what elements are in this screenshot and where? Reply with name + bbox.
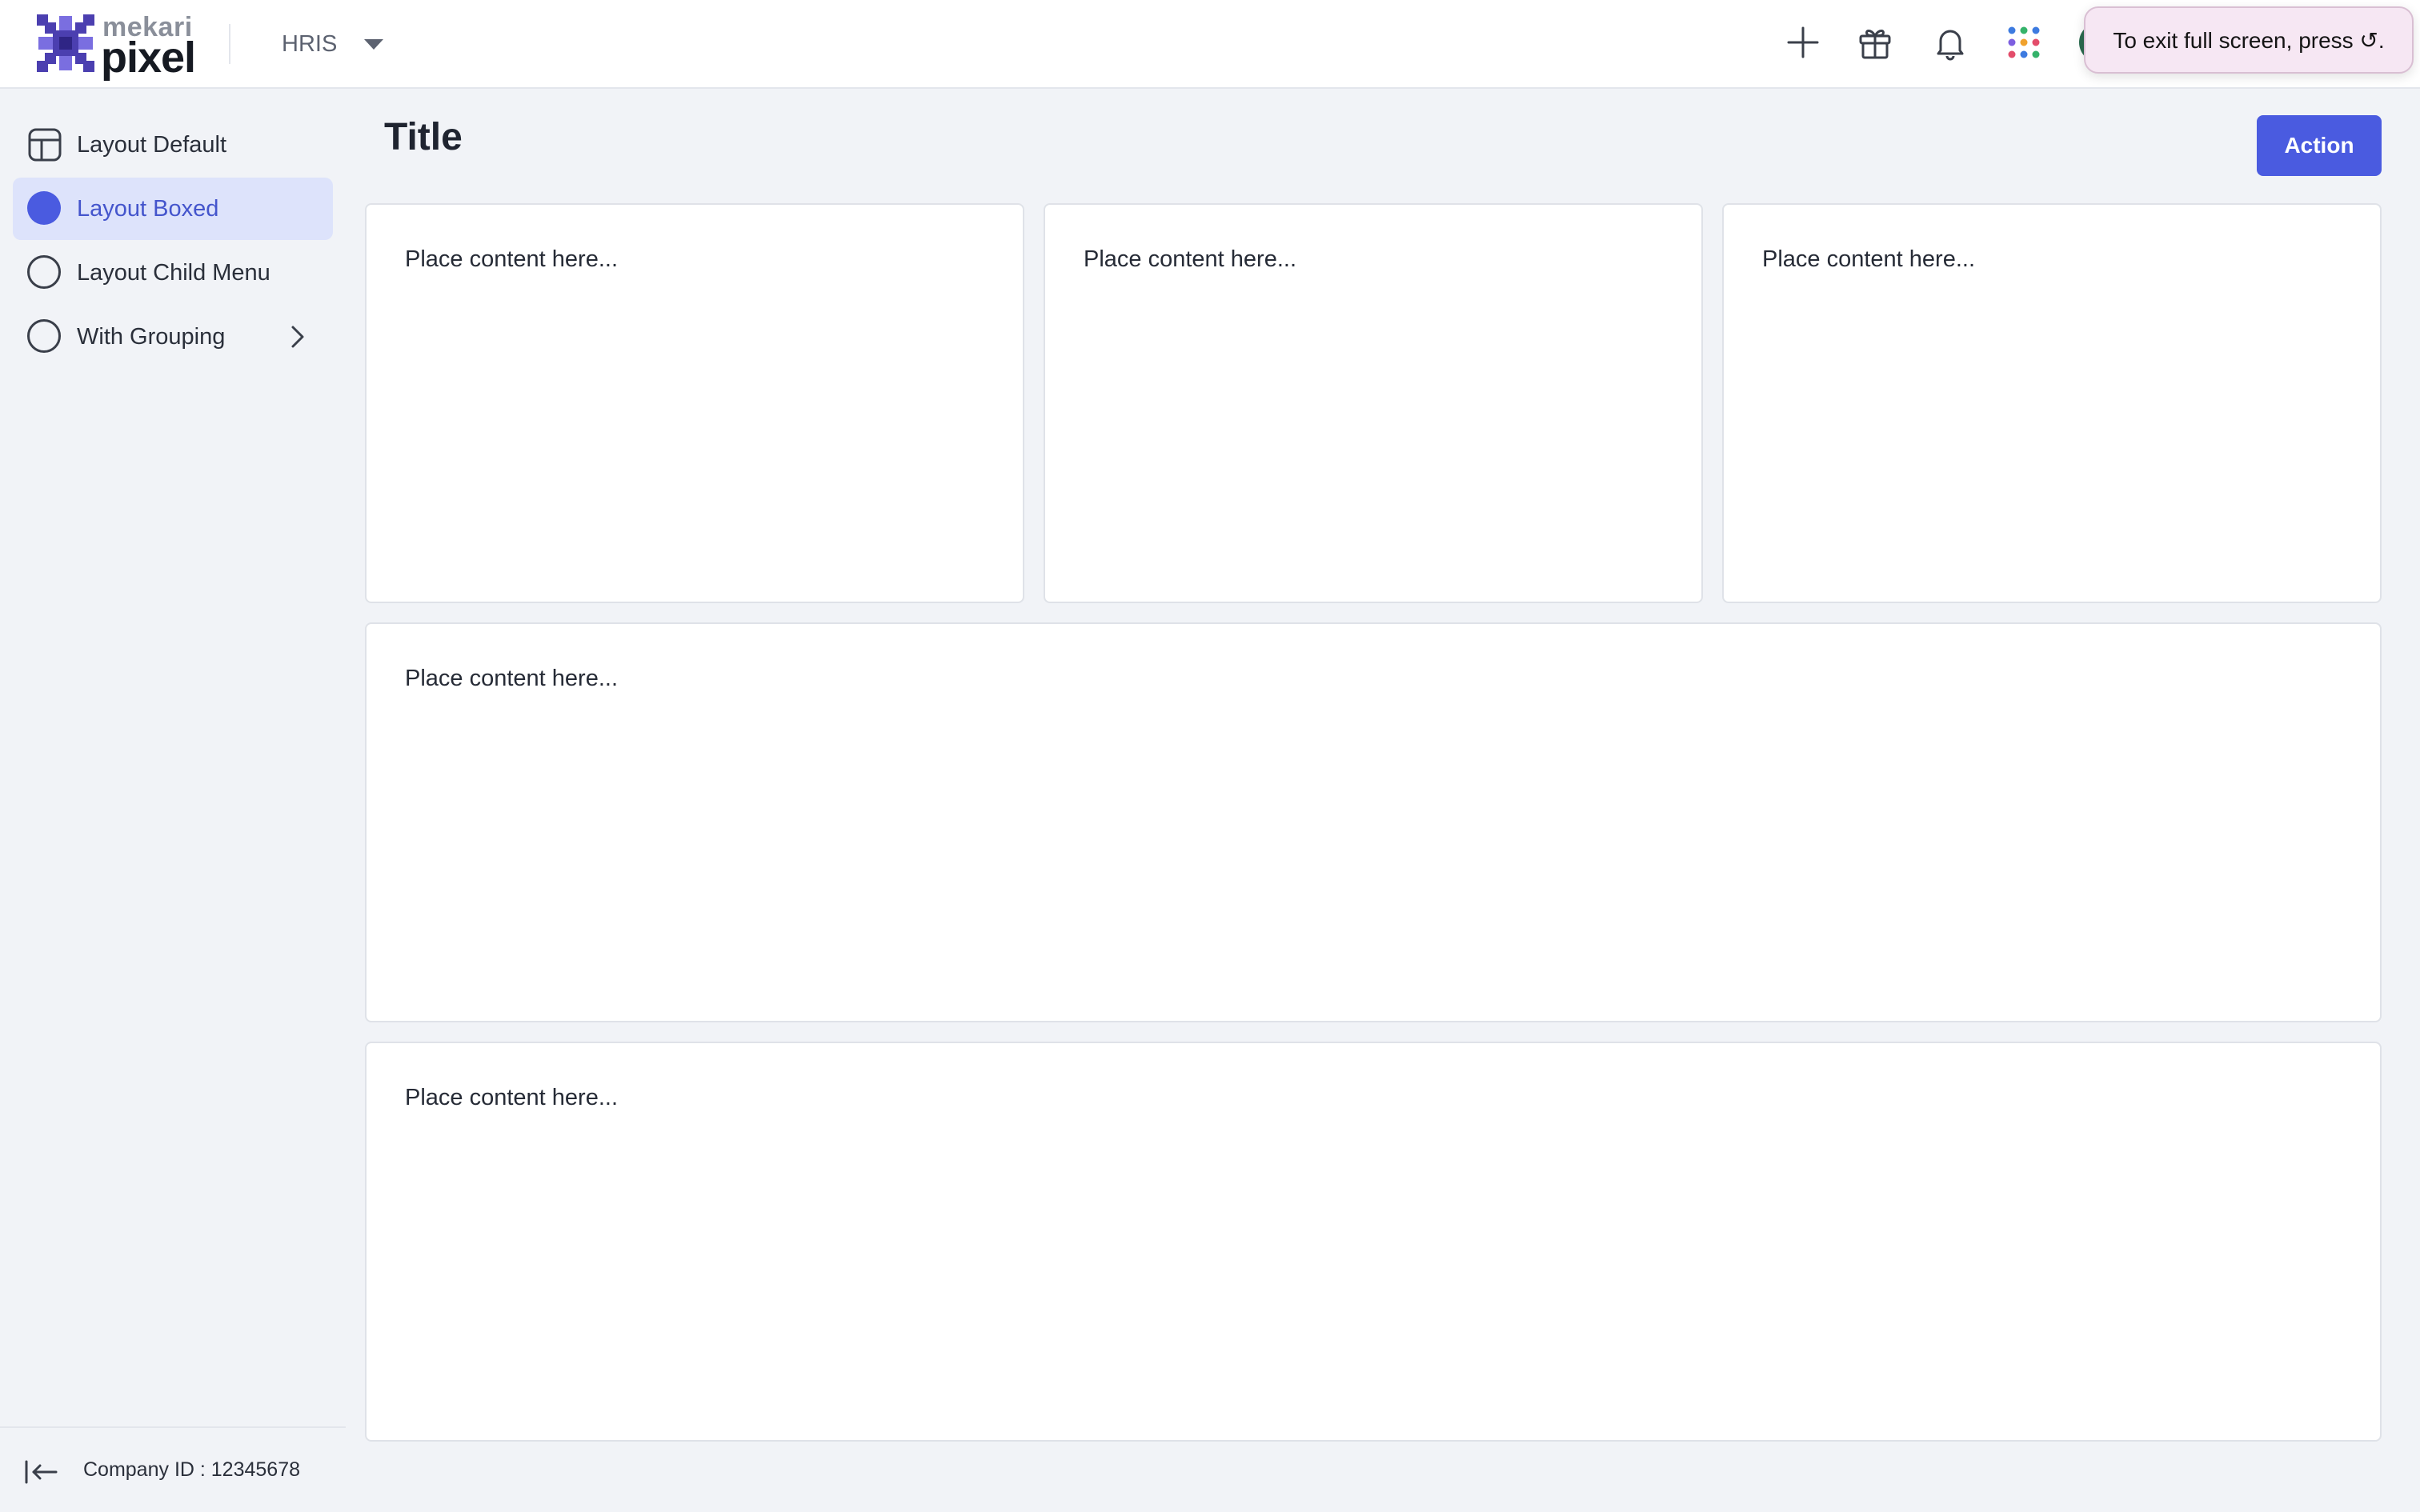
- header-divider: [229, 24, 230, 64]
- apps-grid-icon: [2008, 26, 2040, 58]
- product-switcher[interactable]: HRIS: [282, 24, 384, 64]
- card-placeholder-text: Place content here...: [405, 246, 618, 272]
- sidebar-item-label: Layout Boxed: [77, 195, 219, 222]
- notifications-button[interactable]: [1930, 22, 1970, 62]
- filled-circle-icon: [27, 191, 62, 226]
- sidebar-item-label: Layout Child Menu: [77, 259, 270, 286]
- sidebar-footer: Company ID : 12345678: [0, 1426, 346, 1512]
- mekari-pixel-logo[interactable]: mekari pixel: [35, 11, 196, 82]
- bell-icon: [1937, 30, 1964, 61]
- page-title: Title: [384, 116, 463, 158]
- rewards-button[interactable]: [1855, 22, 1895, 62]
- product-switcher-label: HRIS: [282, 30, 338, 57]
- card-placeholder-text: Place content here...: [405, 1085, 618, 1110]
- sidebar-item-layout-boxed[interactable]: Layout Boxed: [13, 178, 333, 240]
- plus-icon: [1787, 26, 1819, 58]
- card-placeholder-text: Place content here...: [405, 666, 618, 691]
- card-placeholder-text: Place content here...: [1084, 246, 1296, 272]
- content-card: Place content here...: [1722, 203, 2382, 603]
- logo-word-pixel: pixel: [101, 34, 196, 82]
- content-card: Place content here...: [365, 622, 2382, 1022]
- sidebar-item-label: Layout Default: [77, 131, 227, 158]
- sidebar: Layout Default Layout Boxed Layout Child…: [0, 89, 346, 1512]
- company-id: Company ID : 12345678: [83, 1458, 301, 1481]
- apps-menu-button[interactable]: [2004, 22, 2044, 62]
- sidebar-item-layout-child-menu[interactable]: Layout Child Menu: [13, 242, 333, 304]
- sidebar-item-layout-default[interactable]: Layout Default: [13, 114, 333, 176]
- sidebar-item-with-grouping[interactable]: With Grouping: [13, 306, 333, 368]
- card-placeholder-text: Place content here...: [1762, 246, 1975, 272]
- action-button[interactable]: Action: [2257, 115, 2382, 176]
- circle-icon: [27, 255, 62, 290]
- top-bar: mekari pixel HRIS: [0, 0, 2420, 89]
- fullscreen-exit-toast: To exit full screen, press ↺.: [2084, 6, 2414, 74]
- content-card: Place content here...: [1044, 203, 1703, 603]
- collapse-sidebar-icon[interactable]: [24, 1458, 59, 1486]
- chevron-right-icon: [291, 326, 304, 348]
- content-card: Place content here...: [365, 1042, 2382, 1442]
- caret-down-icon: [364, 38, 384, 50]
- gift-icon: [1859, 30, 1891, 59]
- add-button[interactable]: [1783, 22, 1823, 62]
- logo-mark-icon: [37, 14, 94, 72]
- sidebar-item-label: With Grouping: [77, 323, 226, 350]
- layout-icon: [28, 128, 62, 162]
- content-card: Place content here...: [365, 203, 1024, 603]
- circle-icon: [27, 319, 62, 354]
